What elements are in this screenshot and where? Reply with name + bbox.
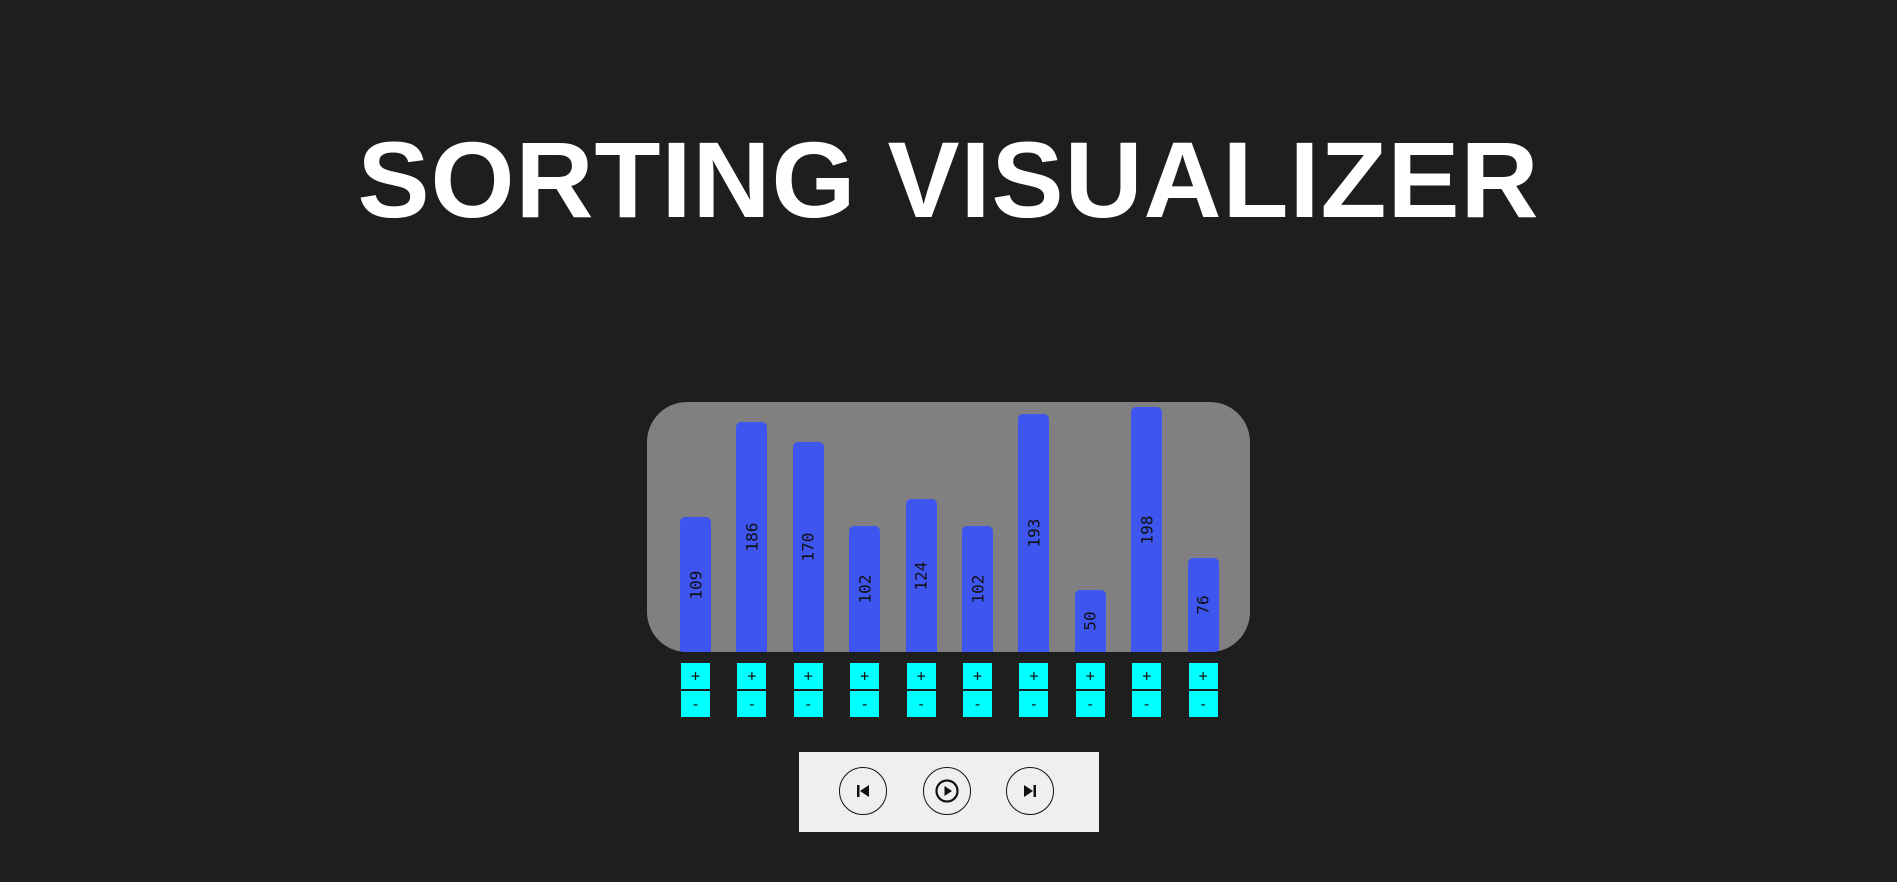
bar-6: 102 bbox=[962, 526, 993, 652]
decrement-button[interactable]: - bbox=[681, 691, 710, 717]
play-button[interactable] bbox=[923, 767, 971, 815]
bar-value-label: 102 bbox=[855, 574, 875, 604]
bar-4: 102 bbox=[849, 526, 881, 652]
skip-next-icon bbox=[1024, 785, 1036, 797]
value-stepper-7: + - bbox=[1019, 663, 1049, 718]
value-stepper-9: + - bbox=[1132, 663, 1162, 718]
bar-5: 124 bbox=[905, 499, 937, 652]
bar-2: 186 bbox=[736, 422, 768, 652]
decrement-button[interactable]: - bbox=[1132, 691, 1162, 717]
increment-button[interactable]: + bbox=[1188, 663, 1218, 689]
skip-previous-icon bbox=[857, 785, 869, 797]
bar-7: 193 bbox=[1018, 414, 1050, 652]
bar-chart-panel: 109 186 170 102 124 102 193 50 198 76 bbox=[647, 402, 1250, 652]
value-stepper-1: + - bbox=[681, 663, 710, 718]
bar-3: 170 bbox=[792, 442, 824, 652]
bar-1: 109 bbox=[680, 517, 711, 652]
decrement-button[interactable]: - bbox=[850, 691, 880, 717]
increment-button[interactable]: + bbox=[1075, 663, 1105, 689]
decrement-button[interactable]: - bbox=[737, 691, 767, 717]
bar-value-label: 186 bbox=[742, 522, 762, 552]
bar-value-label: 50 bbox=[1080, 611, 1100, 631]
bar-value-label: 198 bbox=[1137, 515, 1157, 544]
page-title: SORTING VISUALIZER bbox=[357, 119, 1540, 240]
bar-value-label: 193 bbox=[1024, 518, 1044, 548]
playback-controls bbox=[799, 752, 1099, 832]
bar-value-label: 109 bbox=[686, 570, 705, 599]
bar-value-label: 170 bbox=[798, 532, 818, 562]
value-stepper-5: + - bbox=[906, 663, 936, 718]
decrement-button[interactable]: - bbox=[1075, 691, 1105, 717]
bar-value-label: 76 bbox=[1193, 595, 1213, 615]
increment-button[interactable]: + bbox=[963, 663, 992, 689]
increment-button[interactable]: + bbox=[793, 663, 823, 689]
value-stepper-8: + - bbox=[1075, 663, 1105, 718]
value-stepper-4: + - bbox=[850, 663, 880, 718]
decrement-button[interactable]: - bbox=[963, 691, 992, 717]
value-stepper-10: + - bbox=[1188, 663, 1218, 718]
decrement-button[interactable]: - bbox=[1188, 691, 1218, 717]
play-circle-icon bbox=[935, 779, 959, 803]
bar-value-label: 102 bbox=[968, 574, 987, 604]
increment-button[interactable]: + bbox=[850, 663, 880, 689]
decrement-button[interactable]: - bbox=[1019, 691, 1049, 717]
next-step-button[interactable] bbox=[1006, 767, 1054, 815]
increment-button[interactable]: + bbox=[681, 663, 710, 689]
bar-value-label: 124 bbox=[911, 561, 931, 590]
bar-10: 76 bbox=[1187, 558, 1219, 652]
previous-step-button[interactable] bbox=[839, 767, 887, 815]
decrement-button[interactable]: - bbox=[906, 691, 936, 717]
value-stepper-2: + - bbox=[737, 663, 767, 718]
bar-8: 50 bbox=[1074, 590, 1106, 652]
increment-button[interactable]: + bbox=[1132, 663, 1162, 689]
value-stepper-6: + - bbox=[963, 663, 992, 718]
bar-9: 198 bbox=[1131, 407, 1163, 652]
value-stepper-3: + - bbox=[793, 663, 823, 718]
decrement-button[interactable]: - bbox=[793, 691, 823, 717]
increment-button[interactable]: + bbox=[1019, 663, 1049, 689]
increment-button[interactable]: + bbox=[737, 663, 767, 689]
increment-button[interactable]: + bbox=[906, 663, 936, 689]
